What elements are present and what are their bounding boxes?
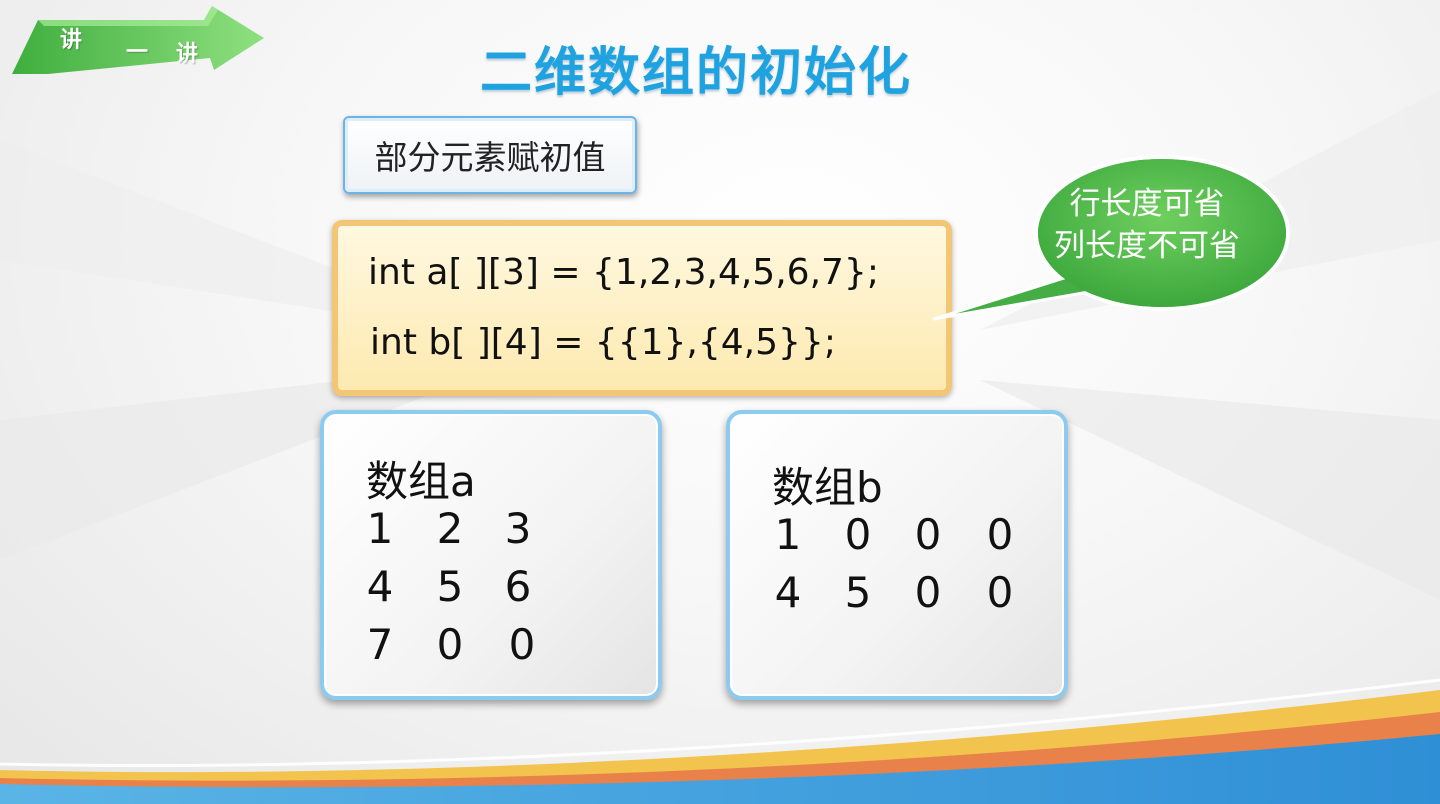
array-a-cell: 1 <box>366 504 394 553</box>
code-line-1: int a[ ][3] = {1,2,3,4,5,6,7}; <box>368 252 879 293</box>
array-b-cell: 4 <box>774 568 802 617</box>
page-title: 二维数组的初始化 <box>479 43 912 103</box>
array-b-cell: 0 <box>986 510 1014 559</box>
array-a-cell: 2 <box>436 504 464 553</box>
array-a-cell: 3 <box>504 504 532 553</box>
bubble-line-1: 行长度可省 <box>1069 186 1225 222</box>
array-b-cell: 0 <box>914 510 942 559</box>
bubble-line-2: 列长度不可省 <box>1054 228 1240 264</box>
subtitle-box: 部分元素赋初值 <box>343 116 637 194</box>
array-b-cell: 0 <box>986 568 1014 617</box>
code-box <box>332 220 952 396</box>
array-b-cell: 5 <box>844 568 872 617</box>
code-line-2: int b[ ][4] = {{1},{4,5}}; <box>370 322 836 363</box>
array-b-cell: 0 <box>914 568 942 617</box>
array-a-cell: 5 <box>436 562 464 611</box>
array-b-cell: 1 <box>774 510 802 559</box>
footer-wave-decoration <box>0 678 1440 804</box>
array-b-title: 数组b <box>772 463 883 512</box>
array-b-cell: 0 <box>844 510 872 559</box>
array-a-cell: 4 <box>366 562 394 611</box>
array-a-cell: 6 <box>504 562 532 611</box>
array-a-title: 数组a <box>366 457 476 506</box>
